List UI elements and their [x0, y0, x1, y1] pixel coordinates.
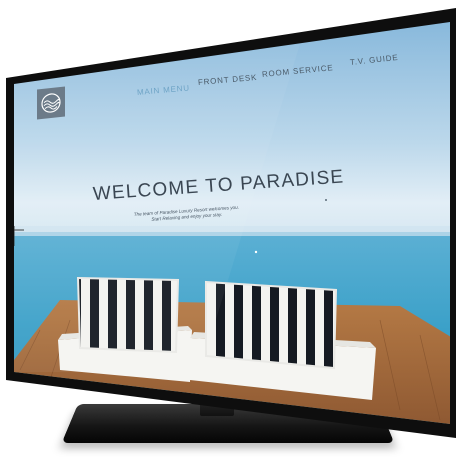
- tv-screen: [14, 22, 450, 424]
- tv-product-photo: MAIN MENU FRONT DESK ROOM SERVICE T.V. G…: [0, 0, 456, 457]
- resort-logo[interactable]: [37, 86, 65, 120]
- right-striped-cushion: [206, 282, 336, 368]
- wave-circle-logo-icon: [41, 93, 61, 113]
- tv-display: [6, 8, 456, 438]
